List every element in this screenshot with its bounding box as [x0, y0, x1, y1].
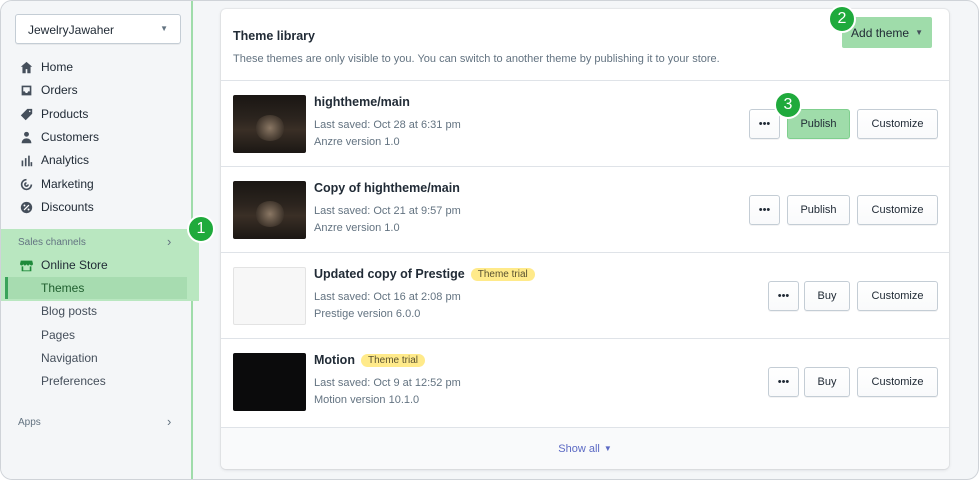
sales-channels-heading: Sales channels [18, 237, 86, 248]
add-theme-label: Add theme [851, 25, 910, 40]
theme-last-saved: Last saved: Oct 28 at 6:31 pm [314, 119, 461, 131]
card-title: Theme library [233, 29, 315, 43]
show-all-link[interactable]: Show all ▼ [221, 427, 949, 469]
theme-trial-badge: Theme trial [470, 267, 535, 281]
theme-last-saved: Last saved: Oct 21 at 9:57 pm [314, 205, 461, 217]
step-badge-1: 1 [187, 215, 215, 243]
step-badge-3: 3 [774, 91, 802, 119]
theme-version: Prestige version 6.0.0 [314, 308, 421, 320]
discount-icon [19, 200, 33, 214]
more-actions-button[interactable]: ••• [749, 195, 780, 225]
theme-name-text: Motion [314, 353, 355, 367]
sidebar-item-label: Products [41, 107, 89, 121]
theme-trial-badge: Theme trial [360, 353, 425, 367]
sidebar-item-preferences[interactable]: Preferences [41, 374, 106, 388]
sidebar-item-pages[interactable]: Pages [41, 328, 75, 342]
step-badge-2: 2 [828, 5, 856, 33]
chevron-right-icon[interactable]: › [167, 414, 171, 429]
store-name: JewelryJawaher [28, 23, 115, 37]
sidebar-item-discounts[interactable]: Discounts [19, 197, 94, 217]
person-icon [19, 130, 33, 144]
theme-name-text: hightheme/main [314, 95, 410, 109]
theme-row: Motion Theme trial Last saved: Oct 9 at … [221, 338, 949, 424]
bar-chart-icon [19, 153, 33, 167]
orders-icon [19, 83, 33, 97]
sidebar-item-label: Analytics [41, 153, 90, 167]
sidebar-item-navigation[interactable]: Navigation [41, 351, 98, 365]
sidebar-item-home[interactable]: Home [19, 57, 73, 77]
store-icon [19, 258, 33, 272]
customize-button[interactable]: Customize [857, 367, 938, 397]
sidebar-item-customers[interactable]: Customers [19, 127, 99, 147]
home-icon [19, 60, 33, 74]
sidebar-item-marketing[interactable]: Marketing [19, 174, 94, 194]
sidebar-item-themes-active[interactable] [5, 277, 187, 299]
sidebar-item-orders[interactable]: Orders [19, 80, 78, 100]
theme-name-text: Copy of hightheme/main [314, 181, 460, 195]
sidebar: JewelryJawaher ▼ Home Orders Products Cu… [1, 1, 199, 479]
customize-button[interactable]: Customize [857, 195, 938, 225]
customize-button[interactable]: Customize [857, 281, 938, 311]
card-subtitle: These themes are only visible to you. Yo… [233, 53, 720, 65]
chevron-right-icon[interactable]: › [167, 234, 171, 249]
theme-version: Anzre version 1.0 [314, 136, 400, 148]
chevron-down-icon: ▼ [915, 28, 923, 37]
sidebar-item-online-store[interactable]: Online Store [19, 255, 108, 275]
theme-row: Copy of hightheme/main Last saved: Oct 2… [221, 166, 949, 252]
sidebar-item-themes[interactable]: Themes [41, 281, 84, 295]
app-frame: JewelryJawaher ▼ Home Orders Products Cu… [0, 0, 979, 480]
theme-name: Motion Theme trial [314, 353, 425, 367]
theme-thumbnail [233, 181, 306, 239]
theme-name-text: Updated copy of Prestige [314, 267, 465, 281]
chevron-down-icon: ▼ [603, 444, 612, 453]
sidebar-item-analytics[interactable]: Analytics [19, 150, 89, 170]
more-actions-button[interactable]: ••• [749, 109, 780, 139]
sidebar-item-blog-posts[interactable]: Blog posts [41, 304, 97, 318]
store-selector[interactable]: JewelryJawaher ▼ [15, 14, 181, 44]
tag-icon [19, 107, 33, 121]
buy-button[interactable]: Buy [804, 281, 850, 311]
customize-button[interactable]: Customize [857, 109, 938, 139]
sidebar-item-label: Marketing [41, 177, 94, 191]
sidebar-item-products[interactable]: Products [19, 104, 88, 124]
apps-heading[interactable]: Apps [18, 417, 41, 428]
buy-button[interactable]: Buy [804, 367, 850, 397]
theme-name: Updated copy of Prestige Theme trial [314, 267, 535, 281]
sidebar-item-label: Orders [41, 83, 78, 97]
theme-name: hightheme/main [314, 95, 410, 109]
theme-library-card: Theme library These themes are only visi… [221, 9, 949, 469]
sidebar-item-label: Online Store [41, 258, 108, 272]
show-all-label: Show all [558, 442, 600, 455]
theme-version: Motion version 10.1.0 [314, 394, 420, 406]
chevron-down-icon: ▼ [160, 24, 168, 33]
more-actions-button[interactable]: ••• [768, 281, 799, 311]
theme-row: Updated copy of Prestige Theme trial Las… [221, 252, 949, 338]
theme-thumbnail [233, 267, 306, 325]
theme-thumbnail [233, 95, 306, 153]
theme-last-saved: Last saved: Oct 16 at 2:08 pm [314, 291, 461, 303]
theme-last-saved: Last saved: Oct 9 at 12:52 pm [314, 377, 461, 389]
sidebar-item-label: Discounts [41, 200, 94, 214]
theme-name: Copy of hightheme/main [314, 181, 460, 195]
sidebar-item-label: Home [41, 60, 74, 74]
publish-button[interactable]: Publish [787, 195, 850, 225]
target-icon [19, 177, 33, 191]
theme-thumbnail [233, 353, 306, 411]
theme-version: Anzre version 1.0 [314, 222, 400, 234]
theme-row: hightheme/main Last saved: Oct 28 at 6:3… [221, 80, 949, 166]
more-actions-button[interactable]: ••• [768, 367, 799, 397]
sidebar-item-label: Customers [41, 130, 100, 144]
